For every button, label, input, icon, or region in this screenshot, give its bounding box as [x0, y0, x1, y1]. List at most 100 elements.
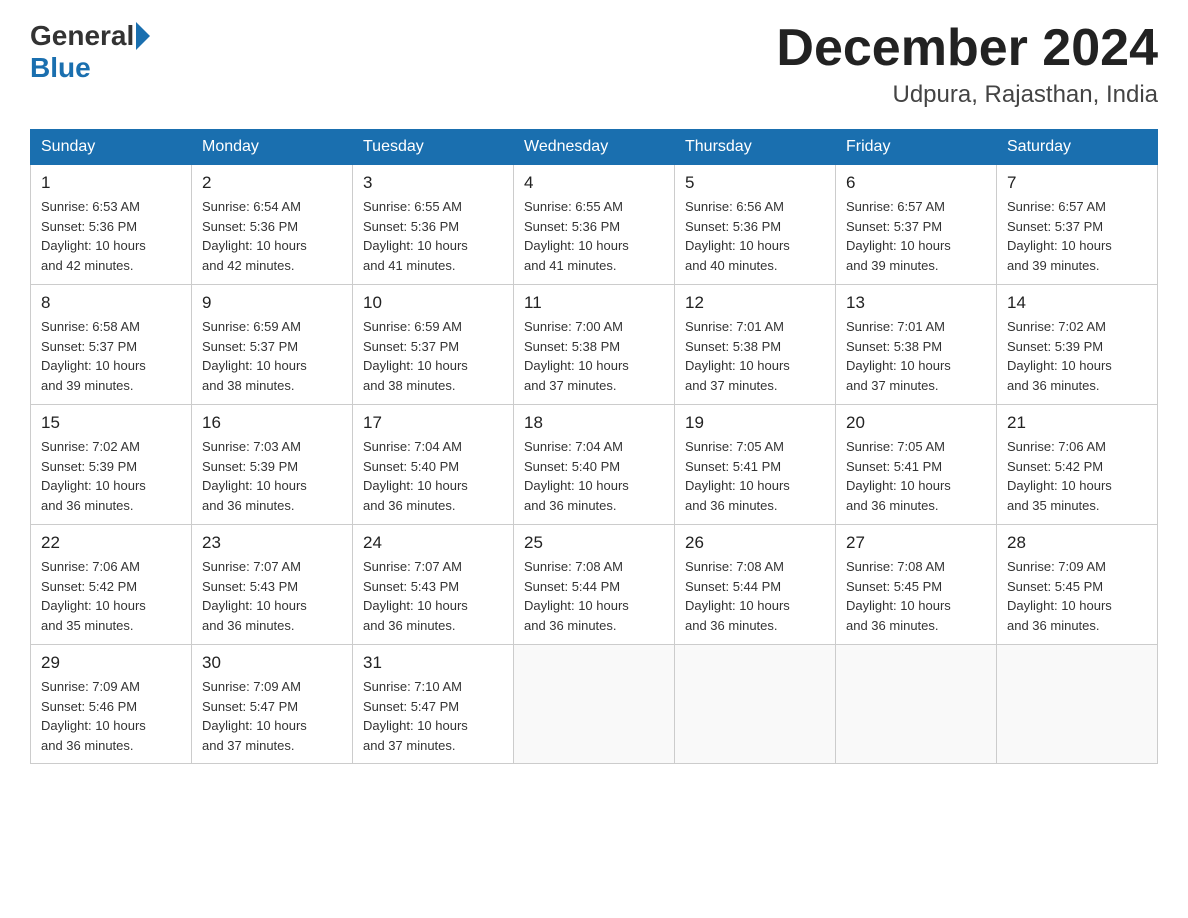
calendar-day-cell: 25 Sunrise: 7:08 AMSunset: 5:44 PMDayligh… — [514, 525, 675, 645]
logo-blue-text: Blue — [30, 52, 91, 84]
day-info: Sunrise: 7:09 AMSunset: 5:46 PMDaylight:… — [41, 677, 181, 755]
day-info: Sunrise: 7:08 AMSunset: 5:45 PMDaylight:… — [846, 557, 986, 635]
day-info: Sunrise: 6:53 AMSunset: 5:36 PMDaylight:… — [41, 197, 181, 275]
day-number: 13 — [846, 293, 986, 313]
day-info: Sunrise: 7:06 AMSunset: 5:42 PMDaylight:… — [41, 557, 181, 635]
calendar-day-cell: 2 Sunrise: 6:54 AMSunset: 5:36 PMDaylight… — [192, 165, 353, 285]
day-info: Sunrise: 7:02 AMSunset: 5:39 PMDaylight:… — [41, 437, 181, 515]
day-info: Sunrise: 6:57 AMSunset: 5:37 PMDaylight:… — [846, 197, 986, 275]
calendar-week-row: 29 Sunrise: 7:09 AMSunset: 5:46 PMDayligh… — [31, 645, 1158, 764]
day-info: Sunrise: 7:07 AMSunset: 5:43 PMDaylight:… — [202, 557, 342, 635]
calendar-day-cell: 10Sunrise: 6:59 AMSunset: 5:37 PMDayligh… — [353, 285, 514, 405]
day-number: 8 — [41, 293, 181, 313]
logo-general-text: General — [30, 20, 134, 52]
day-info: Sunrise: 7:00 AMSunset: 5:38 PMDaylight:… — [524, 317, 664, 395]
day-number: 29 — [41, 653, 181, 673]
day-info: Sunrise: 6:55 AMSunset: 5:36 PMDaylight:… — [363, 197, 503, 275]
day-info: Sunrise: 7:08 AMSunset: 5:44 PMDaylight:… — [685, 557, 825, 635]
calendar-header-friday: Friday — [836, 130, 997, 165]
calendar-header-sunday: Sunday — [31, 130, 192, 165]
calendar-day-cell: 4Sunrise: 6:55 AMSunset: 5:36 PMDaylight… — [514, 165, 675, 285]
day-number: 3 — [363, 173, 503, 193]
calendar-week-row: 8 Sunrise: 6:58 AMSunset: 5:37 PMDaylight… — [31, 285, 1158, 405]
calendar-day-cell: 3 Sunrise: 6:55 AMSunset: 5:36 PMDaylight… — [353, 165, 514, 285]
day-info: Sunrise: 7:01 AMSunset: 5:38 PMDaylight:… — [685, 317, 825, 395]
calendar-day-cell: 26 Sunrise: 7:08 AMSunset: 5:44 PMDayligh… — [675, 525, 836, 645]
calendar-header-saturday: Saturday — [997, 130, 1158, 165]
day-number: 24 — [363, 533, 503, 553]
day-number: 17 — [363, 413, 503, 433]
day-number: 11 — [524, 293, 664, 313]
day-info: Sunrise: 6:59 AMSunset: 5:37 PMDaylight:… — [202, 317, 342, 395]
day-number: 27 — [846, 533, 986, 553]
day-number: 7 — [1007, 173, 1147, 193]
calendar-day-cell: 16Sunrise: 7:03 AMSunset: 5:39 PMDayligh… — [192, 405, 353, 525]
calendar-day-cell: 30 Sunrise: 7:09 AMSunset: 5:47 PMDayligh… — [192, 645, 353, 764]
day-info: Sunrise: 6:57 AMSunset: 5:37 PMDaylight:… — [1007, 197, 1147, 275]
day-info: Sunrise: 7:08 AMSunset: 5:44 PMDaylight:… — [524, 557, 664, 635]
day-info: Sunrise: 7:06 AMSunset: 5:42 PMDaylight:… — [1007, 437, 1147, 515]
day-info: Sunrise: 6:54 AMSunset: 5:36 PMDaylight:… — [202, 197, 342, 275]
calendar-day-cell: 6 Sunrise: 6:57 AMSunset: 5:37 PMDaylight… — [836, 165, 997, 285]
calendar-day-cell: 1Sunrise: 6:53 AMSunset: 5:36 PMDaylight… — [31, 165, 192, 285]
day-info: Sunrise: 7:03 AMSunset: 5:39 PMDaylight:… — [202, 437, 342, 515]
day-number: 30 — [202, 653, 342, 673]
calendar-day-cell: 29 Sunrise: 7:09 AMSunset: 5:46 PMDayligh… — [31, 645, 192, 764]
day-number: 26 — [685, 533, 825, 553]
day-number: 9 — [202, 293, 342, 313]
location-title: Udpura, Rajasthan, India — [776, 81, 1158, 109]
day-info: Sunrise: 7:05 AMSunset: 5:41 PMDaylight:… — [846, 437, 986, 515]
calendar-day-cell: 13Sunrise: 7:01 AMSunset: 5:38 PMDayligh… — [836, 285, 997, 405]
calendar-day-cell: 27 Sunrise: 7:08 AMSunset: 5:45 PMDayligh… — [836, 525, 997, 645]
day-number: 20 — [846, 413, 986, 433]
calendar-day-cell — [514, 645, 675, 764]
day-info: Sunrise: 6:56 AMSunset: 5:36 PMDaylight:… — [685, 197, 825, 275]
day-number: 12 — [685, 293, 825, 313]
day-number: 6 — [846, 173, 986, 193]
calendar-day-cell — [997, 645, 1158, 764]
calendar-header-monday: Monday — [192, 130, 353, 165]
calendar-day-cell: 8 Sunrise: 6:58 AMSunset: 5:37 PMDaylight… — [31, 285, 192, 405]
calendar-day-cell: 23Sunrise: 7:07 AMSunset: 5:43 PMDayligh… — [192, 525, 353, 645]
day-number: 15 — [41, 413, 181, 433]
calendar-day-cell: 15 Sunrise: 7:02 AMSunset: 5:39 PMDayligh… — [31, 405, 192, 525]
logo-arrow-icon — [136, 22, 150, 50]
day-info: Sunrise: 7:07 AMSunset: 5:43 PMDaylight:… — [363, 557, 503, 635]
calendar-week-row: 15 Sunrise: 7:02 AMSunset: 5:39 PMDayligh… — [31, 405, 1158, 525]
logo: General Blue — [30, 20, 152, 84]
calendar-day-cell: 12 Sunrise: 7:01 AMSunset: 5:38 PMDayligh… — [675, 285, 836, 405]
calendar-header-row: SundayMondayTuesdayWednesdayThursdayFrid… — [31, 130, 1158, 165]
day-number: 2 — [202, 173, 342, 193]
day-number: 25 — [524, 533, 664, 553]
calendar-body: 1Sunrise: 6:53 AMSunset: 5:36 PMDaylight… — [31, 165, 1158, 764]
day-info: Sunrise: 6:58 AMSunset: 5:37 PMDaylight:… — [41, 317, 181, 395]
title-block: December 2024 Udpura, Rajasthan, India — [776, 20, 1158, 109]
calendar-week-row: 1Sunrise: 6:53 AMSunset: 5:36 PMDaylight… — [31, 165, 1158, 285]
calendar-day-cell: 28 Sunrise: 7:09 AMSunset: 5:45 PMDayligh… — [997, 525, 1158, 645]
calendar-day-cell: 5Sunrise: 6:56 AMSunset: 5:36 PMDaylight… — [675, 165, 836, 285]
calendar-day-cell: 14Sunrise: 7:02 AMSunset: 5:39 PMDayligh… — [997, 285, 1158, 405]
calendar-day-cell: 18 Sunrise: 7:04 AMSunset: 5:40 PMDayligh… — [514, 405, 675, 525]
calendar-day-cell: 21 Sunrise: 7:06 AMSunset: 5:42 PMDayligh… — [997, 405, 1158, 525]
day-info: Sunrise: 7:02 AMSunset: 5:39 PMDaylight:… — [1007, 317, 1147, 395]
day-number: 31 — [363, 653, 503, 673]
calendar-day-cell: 20 Sunrise: 7:05 AMSunset: 5:41 PMDayligh… — [836, 405, 997, 525]
day-info: Sunrise: 7:09 AMSunset: 5:45 PMDaylight:… — [1007, 557, 1147, 635]
day-number: 21 — [1007, 413, 1147, 433]
calendar-day-cell: 31 Sunrise: 7:10 AMSunset: 5:47 PMDayligh… — [353, 645, 514, 764]
day-number: 18 — [524, 413, 664, 433]
day-info: Sunrise: 6:55 AMSunset: 5:36 PMDaylight:… — [524, 197, 664, 275]
calendar-day-cell: 9 Sunrise: 6:59 AMSunset: 5:37 PMDaylight… — [192, 285, 353, 405]
calendar-week-row: 22 Sunrise: 7:06 AMSunset: 5:42 PMDayligh… — [31, 525, 1158, 645]
calendar-day-cell: 22 Sunrise: 7:06 AMSunset: 5:42 PMDayligh… — [31, 525, 192, 645]
day-number: 28 — [1007, 533, 1147, 553]
day-info: Sunrise: 7:09 AMSunset: 5:47 PMDaylight:… — [202, 677, 342, 755]
calendar-header-thursday: Thursday — [675, 130, 836, 165]
day-info: Sunrise: 7:04 AMSunset: 5:40 PMDaylight:… — [524, 437, 664, 515]
calendar-header-tuesday: Tuesday — [353, 130, 514, 165]
calendar-day-cell: 24 Sunrise: 7:07 AMSunset: 5:43 PMDayligh… — [353, 525, 514, 645]
day-number: 22 — [41, 533, 181, 553]
day-info: Sunrise: 6:59 AMSunset: 5:37 PMDaylight:… — [363, 317, 503, 395]
calendar-day-cell — [836, 645, 997, 764]
day-info: Sunrise: 7:10 AMSunset: 5:47 PMDaylight:… — [363, 677, 503, 755]
